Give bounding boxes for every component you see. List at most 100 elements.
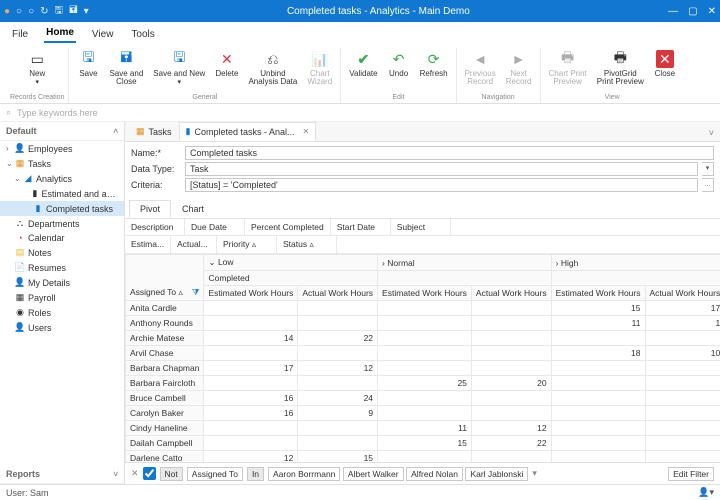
field-startdate[interactable]: Start Date: [331, 219, 391, 235]
pivot-print-button[interactable]: 🖶PivotGrid Print Preview: [593, 48, 648, 94]
table-row[interactable]: Carolyn Baker169169: [126, 406, 720, 421]
sidebar-group-default[interactable]: Default˄: [0, 122, 124, 141]
sidebar: Default˄ ›👤Employees ⌄▦Tasks ⌄◢Analytics…: [0, 122, 125, 484]
unbind-icon: ⎌: [264, 50, 282, 68]
datatype-input[interactable]: Task: [185, 162, 698, 176]
calendar-icon: ◔: [14, 233, 26, 243]
col-high[interactable]: › High: [551, 255, 720, 271]
field-status[interactable]: Status ▵: [277, 236, 337, 253]
filter-value-chip[interactable]: Albert Walker: [343, 467, 404, 481]
col-low[interactable]: ⌄ Low: [204, 255, 378, 271]
qat-dropdown-icon[interactable]: ▾: [84, 6, 89, 17]
tab-completed-tasks[interactable]: ▮Completed tasks - Anal...✕: [179, 122, 317, 141]
filter-value-chip[interactable]: Alfred Nolan: [406, 467, 463, 481]
title-bar: ● ○ ○ ↻ 🖫 🖬 ▾ Completed tasks - Analytic…: [0, 0, 720, 22]
minimize-button[interactable]: —: [668, 6, 678, 17]
pivot-grid[interactable]: Assigned To ▵ ⧩ ⌄ Low › Normal › High Gr…: [125, 254, 720, 462]
col-normal[interactable]: › Normal: [378, 255, 552, 271]
qat-saveclose-icon[interactable]: 🖬: [69, 3, 78, 20]
edit-filter-button[interactable]: Edit Filter: [668, 467, 714, 481]
filter-value-chip[interactable]: Karl Jablonski: [465, 467, 528, 481]
menu-file[interactable]: File: [10, 25, 30, 43]
ellipsis-icon[interactable]: …: [702, 178, 714, 192]
table-row[interactable]: Cindy Haneline11121112: [126, 421, 720, 436]
sidebar-item-notes[interactable]: ▤Notes: [0, 245, 124, 260]
field-priority[interactable]: Priority ▵: [217, 236, 277, 253]
next-record-button: ►Next Record: [502, 48, 536, 94]
field-description[interactable]: Description: [125, 219, 185, 235]
sidebar-item-calendar[interactable]: ◔Calendar: [0, 231, 124, 245]
field-subject[interactable]: Subject: [391, 219, 451, 235]
field-actual[interactable]: Actual...: [171, 236, 217, 253]
sidebar-item-estimated[interactable]: ▮Estimated and actual wor: [0, 186, 124, 201]
sidebar-item-employees[interactable]: ›👤Employees: [0, 141, 124, 156]
delete-button[interactable]: ✕Delete: [211, 48, 242, 94]
sidebar-item-resumes[interactable]: 📄Resumes: [0, 260, 124, 275]
maximize-button[interactable]: ▢: [688, 6, 697, 17]
table-row[interactable]: Archie Matese14221422: [126, 331, 720, 346]
table-row[interactable]: Barbara Chapman17121712: [126, 361, 720, 376]
close-button[interactable]: ✕Close: [650, 48, 680, 94]
sidebar-item-tasks[interactable]: ⌄▦Tasks: [0, 156, 124, 171]
qat-dot-icon[interactable]: ○: [28, 6, 34, 17]
save-icon: 🖫: [79, 50, 97, 68]
sidebar-item-departments[interactable]: ⛬Departments: [0, 216, 124, 231]
filter-enable-checkbox[interactable]: [143, 467, 156, 480]
col-est: Estimated Work Hours: [378, 286, 472, 301]
name-input[interactable]: Completed tasks: [185, 146, 714, 160]
sidebar-item-mydetails[interactable]: 👤My Details: [0, 275, 124, 290]
field-percent[interactable]: Percent Completed: [245, 219, 331, 235]
filter-not[interactable]: Not: [160, 467, 183, 481]
search-icon: ⌕: [6, 107, 11, 118]
sidebar-item-completed-tasks[interactable]: ▮Completed tasks: [0, 201, 124, 216]
refresh-button[interactable]: ⟳Refresh: [416, 48, 452, 94]
status-user-icon[interactable]: 👤▾: [698, 487, 714, 498]
filter-icon[interactable]: ⧩: [192, 287, 200, 298]
search-bar[interactable]: ⌕ Type keywords here: [0, 104, 720, 122]
filter-value-chip[interactable]: Aaron Borrmann: [268, 467, 340, 481]
field-duedate[interactable]: Due Date: [185, 219, 245, 235]
tab-overflow-dropdown[interactable]: ˅: [703, 125, 720, 141]
unbind-button[interactable]: ⎌Unbind Analysis Data: [244, 48, 301, 94]
table-row[interactable]: Anthony Rounds111111: [126, 316, 720, 331]
sidebar-item-users[interactable]: 👤Users: [0, 320, 124, 335]
qat-dot-icon[interactable]: ○: [16, 6, 22, 17]
field-estimated[interactable]: Estima...: [125, 236, 171, 253]
table-row[interactable]: Barbara Faircloth25202520: [126, 376, 720, 391]
sidebar-item-analytics[interactable]: ⌄◢Analytics: [0, 171, 124, 186]
save-close-button[interactable]: 🖬Save and Close: [105, 48, 147, 94]
menu-home[interactable]: Home: [44, 23, 76, 43]
table-row[interactable]: Darlene Catto12151215: [126, 451, 720, 463]
filter-field[interactable]: Assigned To: [187, 467, 243, 481]
table-row[interactable]: Anita Cardle15171517: [126, 301, 720, 316]
sidebar-item-payroll[interactable]: ▦Payroll: [0, 290, 124, 305]
table-row[interactable]: Bruce Cambell16241624: [126, 391, 720, 406]
table-row[interactable]: Arvil Chase18101810: [126, 346, 720, 361]
col-act: Actual Work Hours: [298, 286, 378, 301]
qat-dot-icon[interactable]: ●: [4, 6, 10, 17]
table-row[interactable]: Dailah Campbell15221522: [126, 436, 720, 451]
close-window-button[interactable]: ✕: [708, 6, 716, 17]
new-button[interactable]: ▭New▾: [22, 48, 52, 94]
rowfield-assigned-to[interactable]: Assigned To: [130, 287, 176, 297]
qat-refresh-icon[interactable]: ↻: [40, 6, 48, 17]
filter-dropdown-icon[interactable]: ▾: [532, 468, 537, 479]
save-new-button[interactable]: 🖫Save and New▾: [149, 48, 209, 94]
save-button[interactable]: 🖫Save: [73, 48, 103, 94]
dropdown-icon[interactable]: ▾: [702, 162, 714, 176]
criteria-input[interactable]: [Status] = 'Completed': [185, 178, 698, 192]
ribbon-group-records: Records Creation: [10, 94, 64, 103]
validate-button[interactable]: ✔Validate: [345, 48, 381, 94]
sidebar-item-roles[interactable]: ◉Roles: [0, 305, 124, 320]
subtab-pivot[interactable]: Pivot: [129, 200, 171, 218]
filter-close-icon[interactable]: ✕: [131, 468, 139, 479]
menu-view[interactable]: View: [90, 25, 116, 43]
qat-save-icon[interactable]: 🖫: [55, 3, 64, 20]
filter-in[interactable]: In: [247, 467, 264, 481]
menu-tools[interactable]: Tools: [129, 25, 156, 43]
subtab-chart[interactable]: Chart: [171, 200, 215, 218]
sidebar-group-reports[interactable]: Reports˅: [0, 465, 124, 484]
close-tab-icon[interactable]: ✕: [303, 127, 310, 136]
undo-button[interactable]: ↶Undo: [384, 48, 414, 94]
tab-tasks[interactable]: ▦Tasks: [129, 122, 179, 141]
